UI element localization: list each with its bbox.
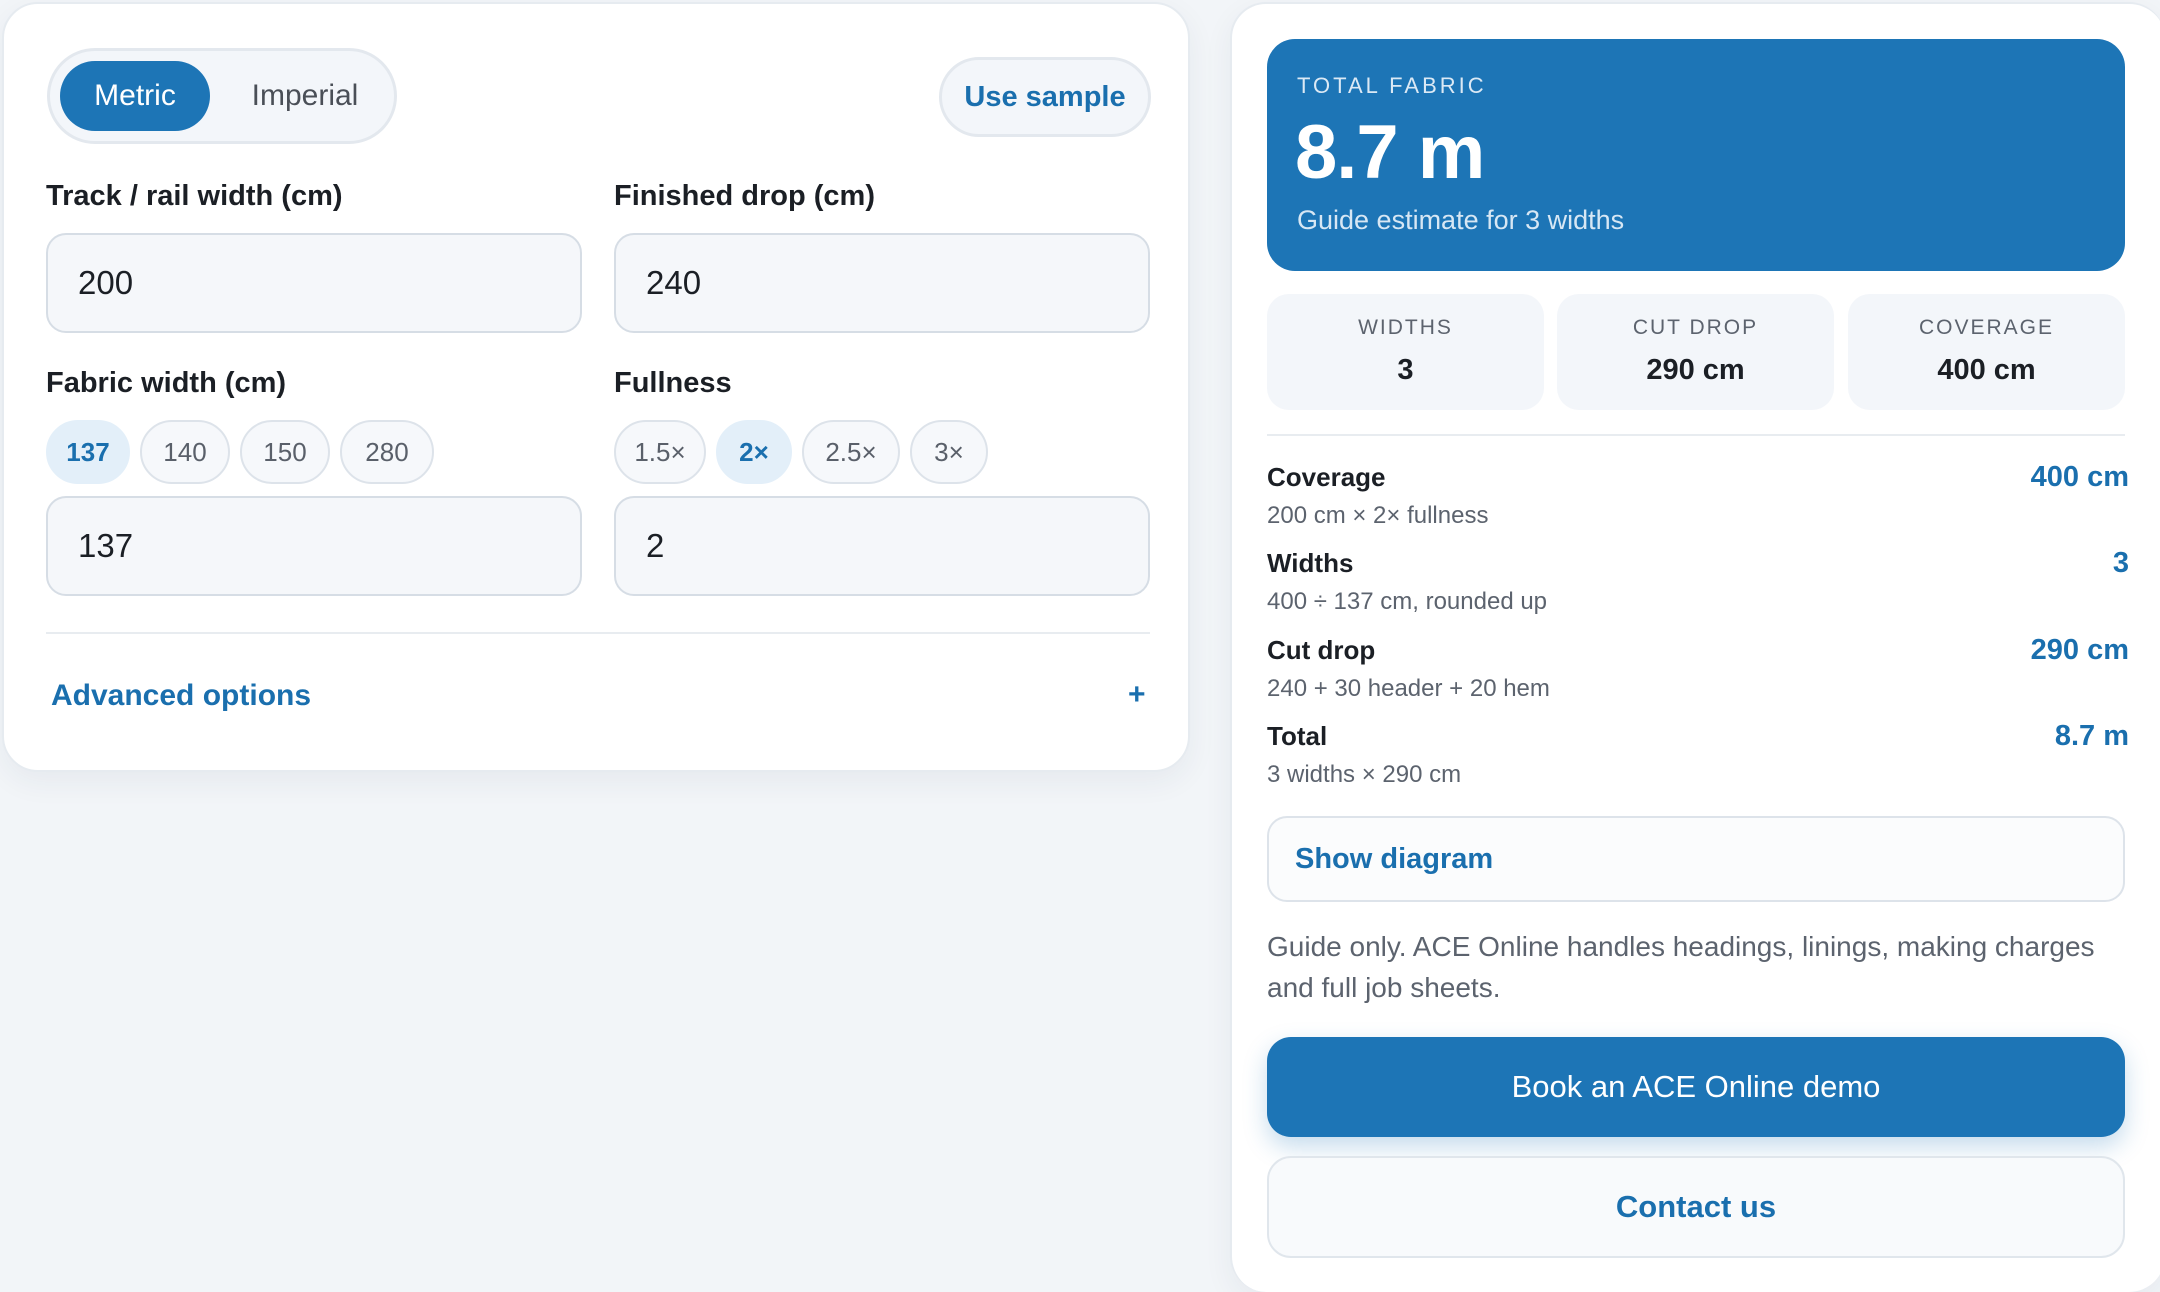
- total-fabric-panel: TOTAL FABRIC 8.7 m Guide estimate for 3 …: [1267, 39, 2125, 271]
- divider: [46, 632, 1150, 634]
- unit-imperial-option[interactable]: Imperial: [230, 61, 380, 131]
- show-diagram-button[interactable]: Show diagram: [1267, 816, 2125, 902]
- fabric-width-input[interactable]: 137: [46, 496, 582, 596]
- breakdown-desc-widths: 400 ÷ 137 cm, rounded up: [1267, 588, 1548, 615]
- plus-icon[interactable]: +: [1128, 678, 1146, 712]
- breakdown-title-total: Total: [1267, 721, 1328, 751]
- stat-value: 400 cm: [1937, 354, 2036, 386]
- fullness-label: Fullness: [614, 367, 732, 399]
- advanced-options-toggle[interactable]: Advanced options: [51, 679, 311, 713]
- finished-drop-input[interactable]: 240: [614, 233, 1150, 333]
- breakdown-desc-total: 3 widths × 290 cm: [1267, 761, 1462, 788]
- fullness-input[interactable]: 2: [614, 496, 1150, 596]
- stat-label: CUT DROP: [1632, 316, 1759, 339]
- breakdown-value-coverage: 400 cm: [2030, 461, 2129, 493]
- unit-metric-option[interactable]: Metric: [60, 61, 210, 131]
- finished-drop-label: Finished drop (cm): [614, 180, 875, 212]
- book-demo-button[interactable]: Book an ACE Online demo: [1267, 1037, 2125, 1137]
- breakdown-value-widths: 3: [2112, 547, 2129, 579]
- fullness-chip-3[interactable]: 3×: [910, 420, 988, 484]
- stat-value: 290 cm: [1646, 354, 1745, 386]
- breakdown-desc-cut-drop: 240 + 30 header + 20 hem: [1267, 675, 1550, 702]
- fabric-width-chip-137[interactable]: 137: [46, 420, 130, 484]
- breakdown-title-widths: Widths: [1267, 548, 1354, 578]
- use-sample-button[interactable]: Use sample: [939, 57, 1151, 137]
- stat-label: COVERAGE: [1918, 316, 2055, 339]
- stat-value: 3: [1397, 354, 1414, 386]
- guide-note: Guide only. ACE Online handles headings,…: [1267, 931, 2095, 1003]
- total-fabric-eyebrow: TOTAL FABRIC: [1297, 73, 1487, 98]
- breakdown-desc-coverage: 200 cm × 2× fullness: [1267, 502, 1489, 529]
- stat-cut-drop: CUT DROP 290 cm: [1557, 294, 1834, 410]
- fabric-width-chip-280[interactable]: 280: [340, 420, 434, 484]
- unit-toggle: Metric Imperial: [47, 48, 397, 144]
- stat-label: WIDTHS: [1358, 316, 1453, 339]
- divider: [1267, 434, 2125, 436]
- breakdown-title-cut-drop: Cut drop: [1267, 635, 1376, 665]
- track-width-input[interactable]: 200: [46, 233, 582, 333]
- fabric-width-chip-140[interactable]: 140: [140, 420, 230, 484]
- calculator-input-card: Metric Imperial Use sample Track / rail …: [2, 2, 1190, 772]
- track-width-label: Track / rail width (cm): [46, 180, 343, 212]
- fabric-width-label: Fabric width (cm): [46, 367, 287, 399]
- fullness-chip-1-5[interactable]: 1.5×: [614, 420, 706, 484]
- stat-coverage: COVERAGE 400 cm: [1848, 294, 2125, 410]
- total-fabric-value: 8.7 m: [1295, 110, 1485, 195]
- fabric-width-chip-150[interactable]: 150: [240, 420, 330, 484]
- calculator-result-card: TOTAL FABRIC 8.7 m Guide estimate for 3 …: [1230, 2, 2160, 1292]
- breakdown-value-cut-drop: 290 cm: [2030, 634, 2129, 666]
- fullness-chip-2[interactable]: 2×: [716, 420, 792, 484]
- stat-widths: WIDTHS 3: [1267, 294, 1544, 410]
- breakdown-title-coverage: Coverage: [1267, 462, 1386, 492]
- contact-us-button[interactable]: Contact us: [1267, 1156, 2125, 1258]
- total-fabric-subtitle: Guide estimate for 3 widths: [1297, 205, 1625, 235]
- breakdown-value-total: 8.7 m: [2054, 720, 2129, 752]
- fullness-chip-2-5[interactable]: 2.5×: [802, 420, 900, 484]
